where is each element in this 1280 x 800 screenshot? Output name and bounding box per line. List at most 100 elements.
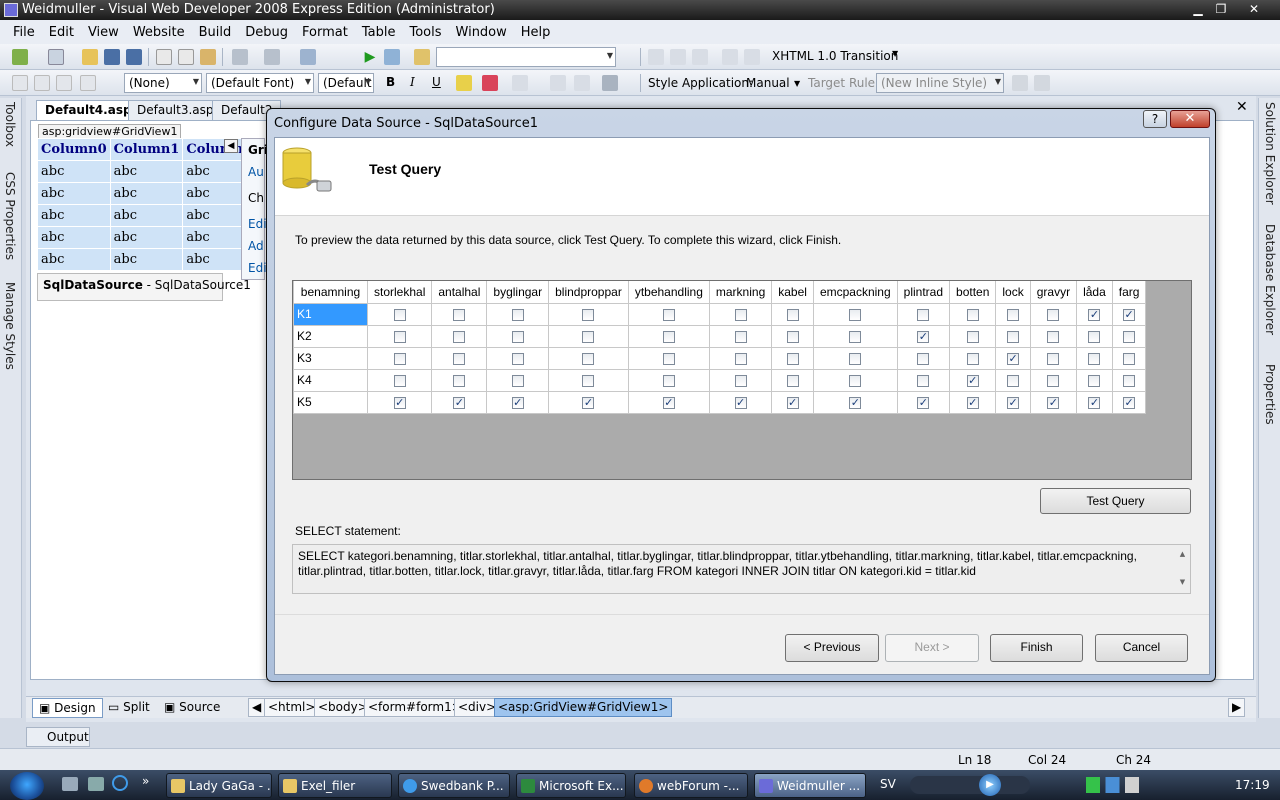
results-cell[interactable] bbox=[486, 302, 550, 326]
menu-file[interactable]: File bbox=[6, 25, 42, 40]
results-cell[interactable] bbox=[366, 324, 433, 348]
new-project-icon[interactable] bbox=[12, 49, 28, 65]
manage-styles-tab[interactable]: Manage Styles bbox=[3, 282, 17, 370]
font-size-select[interactable]: (Default ▼ bbox=[318, 73, 374, 93]
checked-checkbox[interactable]: ✓ bbox=[849, 396, 862, 409]
layer-icon[interactable] bbox=[34, 75, 50, 91]
unchecked-checkbox[interactable] bbox=[453, 352, 466, 365]
find-combo[interactable]: ▼ bbox=[436, 47, 616, 67]
smart-tag-icon[interactable]: ◀ bbox=[224, 139, 238, 153]
show-desktop-icon[interactable] bbox=[62, 777, 78, 791]
results-cell-benamning[interactable]: K2 bbox=[293, 324, 368, 348]
results-cell[interactable] bbox=[771, 346, 814, 370]
results-cell[interactable]: ✓ bbox=[896, 390, 951, 414]
test-query-button[interactable]: Test Query bbox=[1040, 488, 1191, 514]
results-cell[interactable] bbox=[431, 368, 488, 392]
unchecked-checkbox[interactable] bbox=[786, 330, 799, 343]
tasks-item[interactable]: Ch bbox=[248, 191, 264, 205]
unchecked-checkbox[interactable] bbox=[1088, 330, 1101, 343]
results-cell[interactable]: ✓ bbox=[771, 390, 814, 414]
checked-checkbox[interactable]: ✓ bbox=[1088, 308, 1101, 321]
unchecked-checkbox[interactable] bbox=[393, 352, 406, 365]
unchecked-checkbox[interactable] bbox=[453, 308, 466, 321]
results-cell[interactable] bbox=[995, 368, 1031, 392]
results-cell[interactable] bbox=[486, 324, 550, 348]
taskbar-item[interactable]: webForum -... bbox=[634, 773, 748, 798]
bullets-icon[interactable] bbox=[550, 75, 566, 91]
tasks-item[interactable]: Edi bbox=[248, 217, 267, 231]
outdent-icon[interactable] bbox=[692, 49, 708, 65]
unchecked-checkbox[interactable] bbox=[917, 374, 930, 387]
breadcrumb-gridview[interactable]: <asp:GridView#GridView1> bbox=[494, 698, 673, 717]
results-cell[interactable]: ✓ bbox=[812, 390, 898, 414]
taskbar-item[interactable]: Weidmuller ... bbox=[754, 773, 866, 798]
unchecked-checkbox[interactable] bbox=[917, 352, 930, 365]
new-style-icon[interactable] bbox=[1012, 75, 1028, 91]
results-cell[interactable] bbox=[1076, 346, 1113, 370]
results-cell-benamning[interactable]: K1 bbox=[293, 302, 368, 326]
source-view-button[interactable]: ▣ Source bbox=[158, 698, 226, 718]
results-cell[interactable] bbox=[431, 346, 488, 370]
unchecked-checkbox[interactable] bbox=[511, 352, 524, 365]
menu-website[interactable]: Website bbox=[126, 25, 192, 40]
unchecked-checkbox[interactable] bbox=[662, 308, 675, 321]
checked-checkbox[interactable]: ✓ bbox=[662, 396, 675, 409]
checked-checkbox[interactable]: ✓ bbox=[734, 396, 747, 409]
checked-checkbox[interactable]: ✓ bbox=[786, 396, 799, 409]
checked-checkbox[interactable]: ✓ bbox=[453, 396, 466, 409]
results-cell[interactable]: ✓ bbox=[708, 390, 773, 414]
cancel-button[interactable]: Cancel bbox=[1095, 634, 1188, 662]
results-cell[interactable] bbox=[896, 302, 951, 326]
results-cell[interactable] bbox=[627, 324, 710, 348]
unchecked-checkbox[interactable] bbox=[393, 374, 406, 387]
taskbar-item[interactable]: Swedbank P... bbox=[398, 773, 510, 798]
select-statement-scrollbar[interactable]: ▲ ▼ bbox=[1175, 545, 1190, 593]
language-indicator[interactable]: SV bbox=[880, 777, 896, 791]
unchecked-checkbox[interactable] bbox=[966, 352, 979, 365]
results-cell[interactable]: ✓ bbox=[1111, 302, 1147, 326]
unchecked-checkbox[interactable] bbox=[849, 352, 862, 365]
design-view-button[interactable]: ▣ Design bbox=[32, 698, 103, 718]
unchecked-checkbox[interactable] bbox=[1047, 308, 1060, 321]
unchecked-checkbox[interactable] bbox=[662, 374, 675, 387]
numbering-icon[interactable] bbox=[574, 75, 590, 91]
tasks-item[interactable]: Edi bbox=[248, 261, 267, 275]
unchecked-checkbox[interactable] bbox=[1047, 374, 1060, 387]
results-cell[interactable]: ✓ bbox=[1029, 390, 1078, 414]
unchecked-checkbox[interactable] bbox=[1047, 330, 1060, 343]
results-cell[interactable]: ✓ bbox=[627, 390, 710, 414]
align-left-icon[interactable] bbox=[512, 75, 528, 91]
results-cell[interactable] bbox=[949, 324, 997, 348]
results-cell[interactable] bbox=[708, 346, 773, 370]
copy-icon[interactable] bbox=[178, 49, 194, 65]
underline-button[interactable]: U bbox=[432, 75, 441, 89]
checked-checkbox[interactable]: ✓ bbox=[917, 330, 930, 343]
menu-table[interactable]: Table bbox=[355, 25, 403, 40]
tasks-item[interactable]: Au bbox=[248, 165, 264, 179]
paste-icon[interactable] bbox=[200, 49, 216, 65]
unchecked-checkbox[interactable] bbox=[1047, 352, 1060, 365]
menu-tools[interactable]: Tools bbox=[402, 25, 448, 40]
unchecked-checkbox[interactable] bbox=[582, 374, 595, 387]
results-cell[interactable] bbox=[896, 346, 951, 370]
menu-format[interactable]: Format bbox=[295, 25, 355, 40]
unchecked-checkbox[interactable] bbox=[966, 330, 979, 343]
open-icon[interactable] bbox=[82, 49, 98, 65]
checked-checkbox[interactable]: ✓ bbox=[1088, 396, 1101, 409]
results-cell[interactable]: ✓ bbox=[366, 390, 433, 414]
dialog-help-button[interactable]: ? bbox=[1143, 110, 1167, 128]
unchecked-checkbox[interactable] bbox=[511, 374, 524, 387]
unchecked-checkbox[interactable] bbox=[1007, 308, 1020, 321]
dialog-close-button[interactable]: ✕ bbox=[1170, 110, 1210, 128]
unchecked-checkbox[interactable] bbox=[734, 308, 747, 321]
results-cell-benamning[interactable]: K3 bbox=[293, 346, 368, 370]
results-cell[interactable] bbox=[1029, 324, 1078, 348]
play-icon[interactable]: ▶ bbox=[979, 774, 1001, 796]
checked-checkbox[interactable]: ✓ bbox=[582, 396, 595, 409]
results-cell[interactable] bbox=[812, 346, 898, 370]
results-row[interactable]: K5 ✓ ✓ ✓ ✓ ✓ ✓ ✓ ✓ ✓ ✓ ✓ ✓ ✓ ✓ bbox=[293, 390, 1147, 414]
start-button[interactable] bbox=[10, 772, 44, 800]
align-icon[interactable] bbox=[722, 49, 738, 65]
split-view-button[interactable]: ▭ Split bbox=[102, 698, 156, 718]
internet-explorer-icon[interactable] bbox=[112, 775, 128, 791]
